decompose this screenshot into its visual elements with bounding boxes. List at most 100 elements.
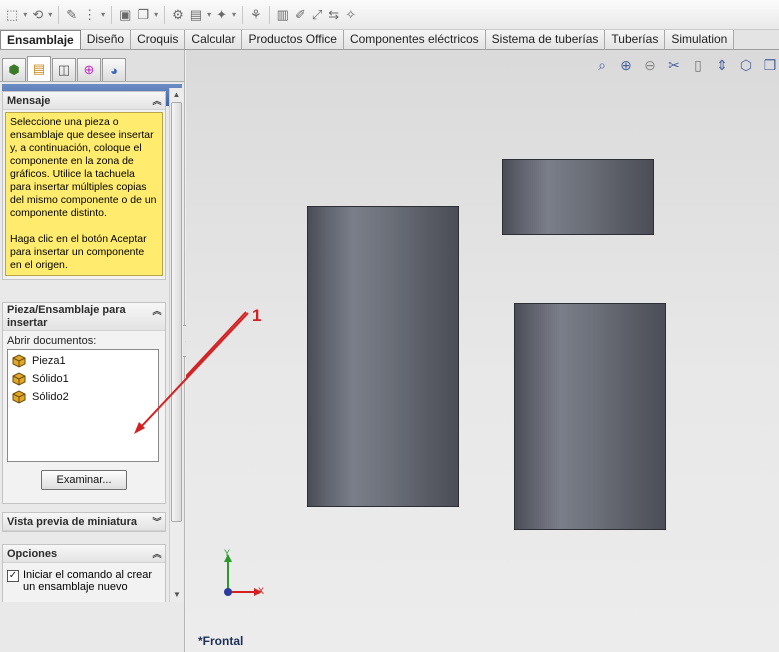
part-body-left[interactable] (307, 206, 459, 507)
axis-triad (224, 554, 262, 596)
tab-componentes-electricos[interactable]: Componentes eléctricos (343, 30, 486, 49)
fix-icon[interactable]: ⤢ (309, 5, 325, 25)
divider (242, 5, 244, 24)
list-item[interactable]: Pieza1 (8, 352, 158, 370)
tab-croquis[interactable]: Croquis (131, 30, 186, 49)
document-name: Pieza1 (32, 355, 66, 367)
open-icon[interactable]: ⟲ (29, 5, 46, 25)
configuration-manager-icon[interactable]: ◫ (52, 58, 76, 81)
scrollbar-thumb[interactable] (171, 102, 182, 522)
section-title: Pieza/Ensamblaje para insertar (7, 304, 126, 329)
chevron-up-icon[interactable]: ︽ (149, 94, 165, 107)
axis-x-label: X (258, 586, 265, 596)
swap-icon[interactable]: ⇆ (325, 5, 342, 25)
grid-icon[interactable]: ⋮ (80, 5, 99, 25)
section-opciones: Opciones ︽ ✓ Iniciar el comando al crear… (2, 544, 166, 602)
chevron-down-icon[interactable]: ︾ (149, 515, 165, 528)
divider (164, 5, 166, 24)
tab-tuberias[interactable]: Tuberías (605, 30, 666, 49)
section-title: Vista previa de miniatura (7, 515, 138, 528)
section-pieza-ensamblaje: Pieza/Ensamblaje para insertar ︽ Abrir d… (2, 302, 166, 504)
panel-scroll-area: Mensaje ︽ Seleccione una pieza o ensambl… (0, 88, 169, 602)
list-item[interactable]: Sólido1 (8, 370, 158, 388)
swap-icon[interactable]: ✧ (342, 5, 359, 25)
view-orientation-icon[interactable]: ⇕ (713, 56, 731, 74)
dimxpert-icon[interactable]: ⊕ (77, 58, 101, 81)
display-style-icon[interactable]: ⬡ (737, 56, 755, 74)
part-icon (10, 390, 28, 404)
tab-simulation[interactable]: Simulation (665, 30, 735, 49)
options-icon[interactable]: ▥ (274, 5, 292, 25)
part-body-bottom-right[interactable] (514, 303, 666, 530)
window-icon[interactable]: ▣ (116, 5, 134, 25)
documents-list[interactable]: Pieza1 Sólido1 Sólido2 (7, 349, 159, 462)
list-item[interactable]: Sólido2 (8, 388, 158, 406)
new-icon[interactable]: ⬚ (3, 5, 21, 25)
section-header[interactable]: Pieza/Ensamblaje para insertar ︽ (3, 303, 165, 331)
magic-icon[interactable]: ✦ (213, 5, 230, 25)
manager-tabs: ⬢ ▤ ◫ ⊕ ◕ (0, 50, 184, 82)
feature-manager-icon[interactable]: ⬢ (2, 58, 26, 81)
zoom-area-icon[interactable]: ⊕ (617, 56, 635, 74)
checkbox-label: Iniciar el comando al crear un ensamblaj… (23, 569, 153, 593)
start-command-checkbox[interactable]: ✓ (7, 570, 19, 582)
fix-icon[interactable]: ✐ (292, 5, 309, 25)
chevron-up-icon[interactable]: ︽ (149, 304, 165, 317)
open-documents-label: Abrir documentos: (7, 335, 97, 347)
part-body-top-right[interactable] (502, 159, 654, 235)
view-label: *Frontal (198, 634, 244, 648)
document-name: Sólido1 (32, 373, 69, 385)
section-title: Opciones (7, 547, 58, 560)
chevron-down-icon[interactable]: ▾ (230, 5, 238, 25)
chevron-down-icon[interactable]: ▾ (21, 5, 29, 25)
start-command-option[interactable]: ✓ Iniciar el comando al crear un ensambl… (3, 563, 165, 593)
tab-ensamblaje[interactable]: Ensamblaje (0, 30, 81, 49)
chevron-down-icon[interactable]: ▾ (152, 5, 160, 25)
section-header[interactable]: Opciones ︽ (3, 545, 165, 563)
graphics-area[interactable]: ⌕ ⊕ ⊖ ✂ ▯ ⇕ ⬡ ❒ 1 Y X *Frontal (186, 50, 779, 652)
message-text: Haga clic en el botón Aceptar para inser… (10, 233, 147, 271)
tab-sistema-de-tuberias[interactable]: Sistema de tuberías (485, 30, 606, 49)
chevron-down-icon[interactable]: ▾ (46, 5, 54, 25)
document-name: Sólido2 (32, 391, 69, 403)
scroll-up-icon[interactable]: ▲ (170, 88, 183, 102)
divider (58, 5, 60, 24)
display-manager-icon[interactable]: ◕ (102, 58, 126, 81)
link-icon[interactable]: ✎ (63, 5, 80, 25)
message-text: Seleccione una pieza o ensamblaje que de… (10, 116, 157, 219)
tab-calcular[interactable]: Calcular (185, 30, 243, 49)
main-toolbar: ⬚ ▾ ⟲ ▾ ✎ ⋮ ▾ ▣ ❐ ▾ ⚙ ▤ ▾ ✦ ▾ ⚘ ▥ ✐ ⤢ ⇆ ✧ (0, 0, 779, 30)
tab-productos-office[interactable]: Productos Office (242, 30, 344, 49)
divider (268, 5, 270, 24)
chevron-down-icon[interactable]: ▾ (205, 5, 213, 25)
previous-view-icon[interactable]: ⊖ (641, 56, 659, 74)
section-title: Mensaje (7, 94, 51, 107)
tab-diseno[interactable]: Diseño (80, 30, 132, 49)
scroll-down-icon[interactable]: ▼ (170, 588, 184, 602)
copy-icon[interactable]: ❐ (134, 5, 152, 25)
tools-icon[interactable]: ⚘ (247, 5, 265, 25)
zoom-to-fit-icon[interactable]: ⌕ (593, 56, 611, 74)
heads-up-view-toolbar: ⌕ ⊕ ⊖ ✂ ▯ ⇕ ⬡ ❒ (593, 56, 779, 74)
divider (111, 5, 113, 24)
section-view-icon[interactable]: ✂ (665, 56, 683, 74)
message-box: Seleccione una pieza o ensamblaje que de… (5, 112, 163, 276)
rebuild-icon[interactable]: ⚙ (169, 5, 187, 25)
chevron-up-icon[interactable]: ︽ (149, 547, 165, 560)
axis-y-label: Y (224, 548, 231, 558)
browse-button[interactable]: Examinar... (41, 470, 127, 490)
annotation-number: 1 (252, 306, 262, 325)
section-mensaje: Mensaje ︽ Seleccione una pieza o ensambl… (2, 91, 166, 280)
print-icon[interactable]: ▤ (187, 5, 205, 25)
property-manager-icon[interactable]: ▤ (27, 56, 51, 81)
part-icon (10, 372, 28, 386)
part-icon (10, 354, 28, 368)
display-style-icon[interactable]: ❒ (761, 56, 779, 74)
chevron-down-icon[interactable]: ▾ (99, 5, 107, 25)
section-vista-previa: Vista previa de miniatura ︾ (2, 512, 166, 532)
section-header[interactable]: Mensaje ︽ (3, 92, 165, 110)
panel-scrollbar[interactable]: ▲ ▼ (169, 88, 183, 602)
command-tabs: Ensamblaje Diseño Croquis Calcular Produ… (0, 30, 779, 50)
dynamic-annotation-icon[interactable]: ▯ (689, 56, 707, 74)
section-header[interactable]: Vista previa de miniatura ︾ (3, 513, 165, 531)
